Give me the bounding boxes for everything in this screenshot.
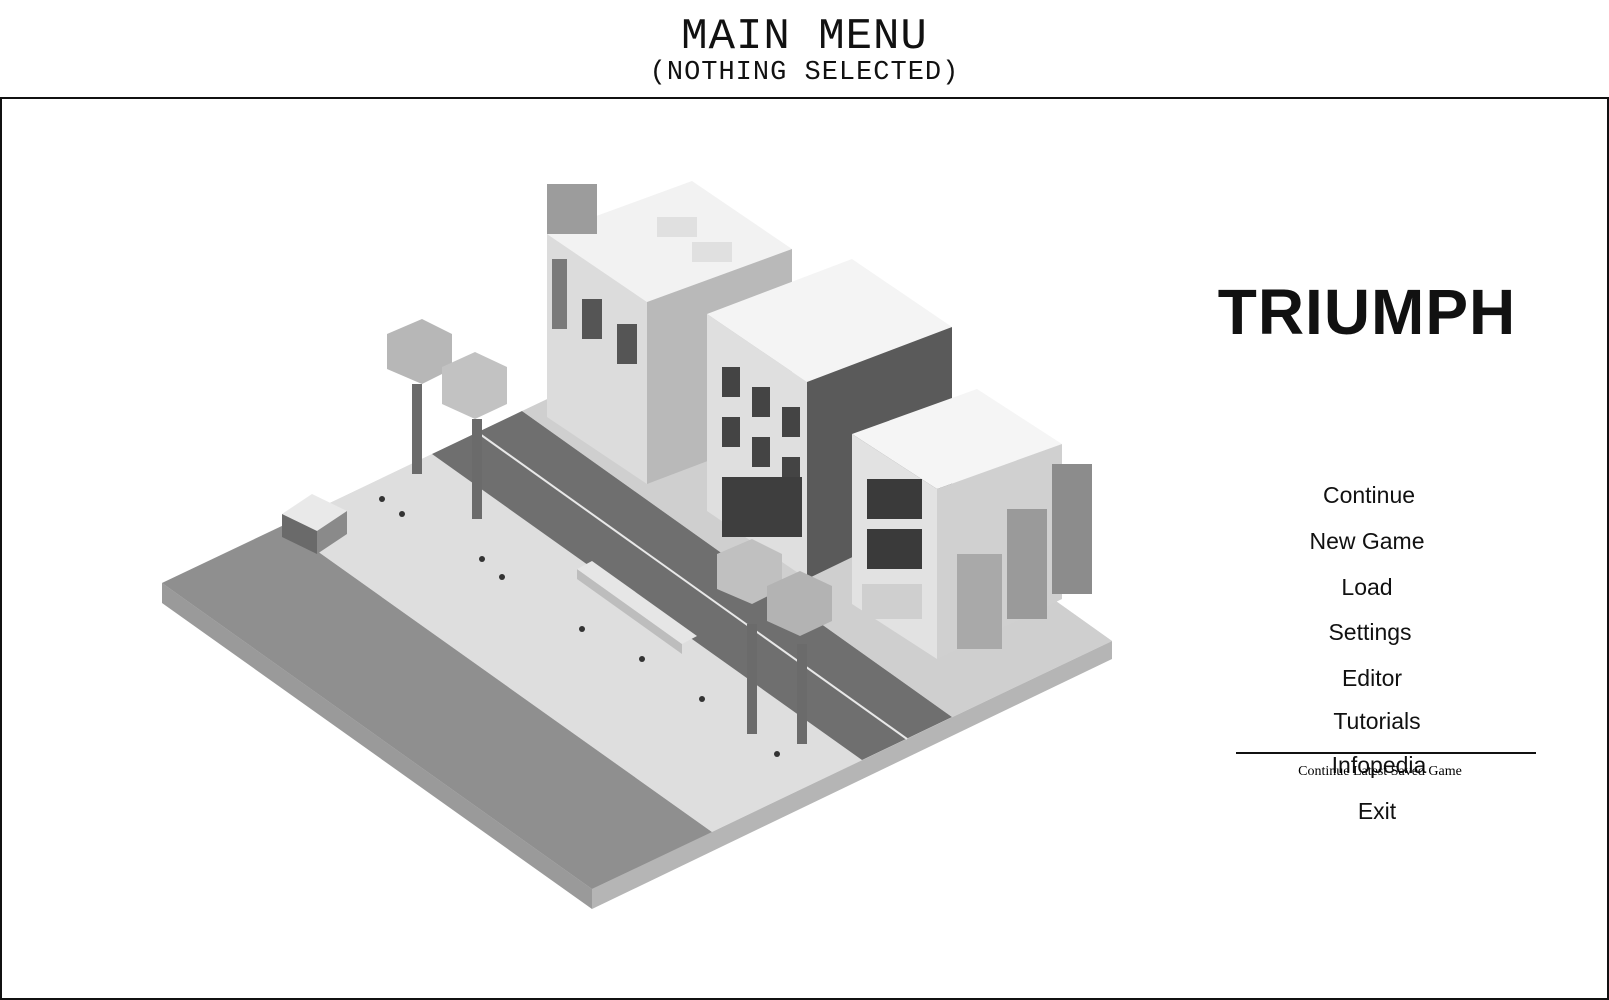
main-menu: TRIUMPH Continue New Game Load Settings … bbox=[1202, 276, 1542, 824]
game-logo: TRIUMPH bbox=[1217, 276, 1517, 348]
header: MAIN MENU (NOTHING SELECTED) bbox=[0, 0, 1609, 96]
page-title: MAIN MENU bbox=[681, 12, 928, 62]
menu-item-tutorials[interactable]: Tutorials bbox=[1212, 707, 1542, 735]
menu-item-exit[interactable]: Exit bbox=[1212, 797, 1542, 825]
menu-item-settings[interactable]: Settings bbox=[1205, 618, 1535, 646]
menu-divider bbox=[1236, 752, 1536, 754]
game-window: TRIUMPH Continue New Game Load Settings … bbox=[0, 97, 1609, 1000]
page-subtitle: (NOTHING SELECTED) bbox=[649, 58, 960, 88]
menu-hint-text: Continue Latest Saved Game bbox=[1298, 764, 1462, 779]
menu-item-new-game[interactable]: New Game bbox=[1202, 527, 1532, 555]
menu-item-editor[interactable]: Editor bbox=[1207, 664, 1537, 692]
menu-item-continue[interactable]: Continue bbox=[1204, 481, 1534, 509]
isometric-city-block-image bbox=[162, 181, 1112, 909]
menu-item-load[interactable]: Load bbox=[1202, 573, 1532, 601]
